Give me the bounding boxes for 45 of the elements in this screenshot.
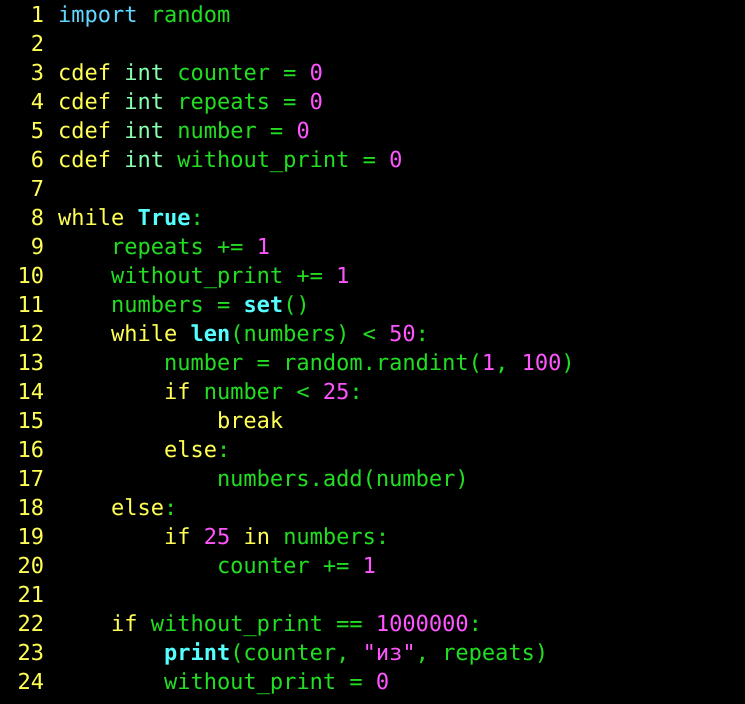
code-line: number = random.randint(1, 100) [162,350,575,378]
code-line: if without_print == 1000000: [110,611,482,639]
code-line: if number < 25: [162,379,363,407]
line-number: 3 [30,60,44,88]
line-number: 15 [17,408,44,436]
line-number: 13 [17,350,44,378]
line-number: 8 [30,205,44,233]
code-line: numbers.add(number) [216,466,469,494]
code-line: else: [162,437,230,465]
code-line: cdef int number = 0 [58,118,310,146]
code-line: cdef int without_print = 0 [58,147,402,175]
code-line: if 25 in numbers: [162,524,390,552]
code-line: import random [58,2,230,30]
code-line: while len(numbers) < 50: [110,321,429,349]
code-line: without_print += 1 [110,263,350,291]
line-number: 1 [30,2,44,30]
line-number: 14 [17,379,44,407]
line-number: 12 [17,321,44,349]
code-line: while True: [58,205,204,233]
line-number: 4 [30,89,44,117]
line-number: 10 [17,263,44,291]
line-number: 11 [17,292,44,320]
code-line: without_print = 0 [162,669,390,697]
line-number: 5 [30,118,44,146]
line-number: 24 [17,669,44,697]
line-number: 7 [30,176,44,204]
code-line: repeats += 1 [110,234,270,262]
line-number: 9 [30,234,44,262]
line-number: 20 [17,553,44,581]
code-line: cdef int repeats = 0 [58,89,323,117]
code-line: print(counter, "из", repeats) [162,640,548,668]
line-number: 22 [17,611,44,639]
line-number: 21 [17,582,44,610]
line-number: 6 [30,147,44,175]
line-number: 23 [17,640,44,668]
line-number: 16 [17,437,44,465]
code-line: numbers = set() [110,292,310,320]
line-number: 2 [30,31,44,59]
code-line: break [216,408,284,436]
code-line: cdef int counter = 0 [58,60,323,88]
line-number: 18 [17,495,44,523]
code-line: else: [110,495,178,523]
line-number: 19 [17,524,44,552]
line-number: 17 [17,466,44,494]
code-line: counter += 1 [216,553,376,581]
